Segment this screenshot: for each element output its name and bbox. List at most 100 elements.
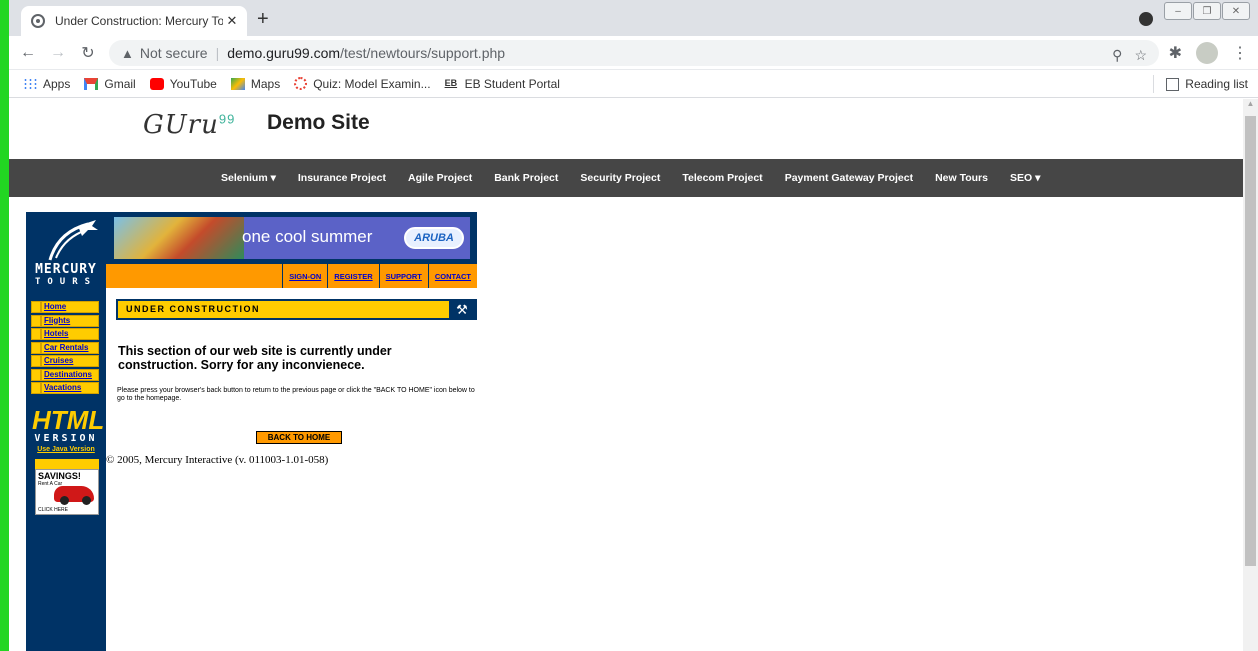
sidebar-item-label[interactable]: Destinations bbox=[41, 368, 99, 381]
sidebar-item-car-rentals[interactable]: Car Rentals bbox=[31, 341, 99, 354]
extensions-icon[interactable]: ✱ bbox=[1169, 43, 1182, 63]
sidebar-item-label[interactable]: Flights bbox=[41, 314, 99, 327]
browser-tab[interactable]: Under Construction: Mercury Tou ✕ bbox=[21, 6, 247, 36]
html-version-title: HTML bbox=[32, 405, 105, 435]
under-construction-header: UNDER CONSTRUCTION ⚒ bbox=[116, 299, 477, 320]
site-nav: Selenium ▾ Insurance Project Agile Proje… bbox=[9, 159, 1243, 197]
youtube-icon bbox=[149, 77, 164, 90]
nav-security-project[interactable]: Security Project bbox=[580, 172, 660, 184]
window-edge-bar bbox=[0, 0, 9, 651]
mercury-top-links: SIGN-ON REGISTER SUPPORT CONTACT bbox=[282, 264, 477, 288]
mercury-logo[interactable]: MERCURY TOURS bbox=[26, 212, 106, 302]
bookmark-label: Gmail bbox=[104, 76, 136, 91]
maps-icon bbox=[230, 77, 245, 90]
sidebar-item-vacations[interactable]: Vacations bbox=[31, 382, 99, 394]
tools-icon: ⚒ bbox=[449, 301, 475, 318]
sidebar-item-label[interactable]: Car Rentals bbox=[41, 341, 99, 354]
sidebar-item-flights[interactable]: Flights bbox=[31, 314, 99, 327]
reload-icon[interactable]: ↻ bbox=[77, 43, 99, 63]
bookmarks-bar: Apps Gmail YouTube Maps Quiz: Model Exam… bbox=[9, 70, 1258, 98]
mercury-top-bar: SIGN-ON REGISTER SUPPORT CONTACT bbox=[106, 264, 477, 288]
security-label[interactable]: Not secure bbox=[140, 45, 208, 61]
logo-text: GUru bbox=[143, 110, 219, 140]
bookmark-label: Maps bbox=[250, 76, 281, 91]
construction-instructions: Please press your browser's back button … bbox=[117, 387, 475, 402]
close-window-icon[interactable]: ✕ bbox=[1222, 2, 1250, 20]
tab-close-icon[interactable]: ✕ bbox=[223, 13, 241, 29]
nav-agile-project[interactable]: Agile Project bbox=[408, 172, 472, 184]
menu-icon[interactable]: ⋮ bbox=[1232, 43, 1248, 63]
mercury-brand: MERCURY TOURS bbox=[28, 262, 104, 287]
register-link[interactable]: REGISTER bbox=[327, 264, 378, 288]
sidebar-item-label[interactable]: Cruises bbox=[41, 355, 99, 367]
page-scrollbar[interactable]: ▲ bbox=[1243, 99, 1258, 651]
bookmark-maps[interactable]: Maps bbox=[230, 76, 281, 91]
forward-icon[interactable]: → bbox=[47, 44, 69, 62]
browser-chrome: Under Construction: Mercury Tou ✕ + – ❐ … bbox=[9, 0, 1258, 98]
back-icon[interactable]: ← bbox=[17, 44, 39, 62]
quiz-icon bbox=[294, 77, 308, 90]
back-to-home-button[interactable]: BACK TO HOME bbox=[256, 431, 342, 444]
address-separator: | bbox=[215, 45, 220, 61]
nav-payment-gateway-project[interactable]: Payment Gateway Project bbox=[785, 172, 913, 184]
scroll-up-icon[interactable]: ▲ bbox=[1243, 99, 1258, 114]
guru99-logo[interactable]: GUru99 bbox=[143, 110, 235, 140]
rent-car-ad[interactable]: SAVINGS! Rent A Car CLICK HERE bbox=[35, 469, 99, 515]
nav-new-tours[interactable]: New Tours bbox=[935, 172, 988, 184]
new-tab-button[interactable]: + bbox=[257, 8, 269, 31]
tab-favicon-icon bbox=[31, 14, 45, 28]
bookmark-gmail[interactable]: Gmail bbox=[84, 76, 136, 91]
restore-icon[interactable]: ❐ bbox=[1193, 2, 1221, 20]
sidebar-item-home[interactable]: Home bbox=[31, 301, 99, 313]
reading-list-label: Reading list bbox=[1185, 77, 1248, 91]
sidebar-item-label[interactable]: Hotels bbox=[41, 328, 99, 340]
contact-link[interactable]: CONTACT bbox=[427, 264, 477, 288]
nav-insurance-project[interactable]: Insurance Project bbox=[298, 172, 386, 184]
construction-message: This section of our web site is currentl… bbox=[118, 344, 392, 372]
sidebar-item-hotels[interactable]: Hotels bbox=[31, 328, 99, 340]
window-controls: – ❐ ✕ bbox=[1163, 2, 1250, 20]
bookmark-star-icon[interactable]: ☆ bbox=[1134, 47, 1147, 64]
banner-text: one cool summer bbox=[242, 227, 373, 246]
tab-title: Under Construction: Mercury Tou bbox=[55, 14, 223, 28]
sign-on-link[interactable]: SIGN-ON bbox=[282, 264, 327, 288]
avatar[interactable] bbox=[1196, 42, 1218, 64]
logo-superscript: 99 bbox=[218, 111, 236, 127]
apps-icon bbox=[23, 77, 37, 90]
page-title: Demo Site bbox=[267, 111, 370, 134]
minimize-icon[interactable]: – bbox=[1164, 2, 1192, 20]
sidebar-item-label[interactable]: Vacations bbox=[41, 382, 99, 394]
sidebar-item-cruises[interactable]: Cruises bbox=[31, 355, 99, 367]
portal-icon: EB bbox=[444, 77, 458, 88]
bookmark-portal[interactable]: EB EB Student Portal bbox=[445, 77, 560, 91]
plane-icon bbox=[48, 220, 98, 261]
address-bar[interactable]: ▲ Not secure | demo.guru99.com/test/newt… bbox=[109, 40, 1159, 66]
brand-line-1: MERCURY bbox=[35, 262, 97, 277]
nav-seo[interactable]: SEO ▾ bbox=[1010, 172, 1040, 184]
bookmark-apps[interactable]: Apps bbox=[23, 77, 70, 91]
warning-icon[interactable]: ▲ bbox=[121, 46, 134, 61]
scrollbar-thumb[interactable] bbox=[1245, 116, 1256, 566]
aruba-logo: ARUBA bbox=[404, 227, 464, 249]
sidebar-item-label[interactable]: Home bbox=[41, 301, 99, 313]
nav-selenium[interactable]: Selenium ▾ bbox=[221, 172, 276, 184]
bookmark-quiz[interactable]: Quiz: Model Examin... bbox=[294, 76, 431, 91]
toolbar-actions: ✱ ⋮ bbox=[1169, 42, 1248, 64]
profile-indicator-icon[interactable] bbox=[1139, 12, 1153, 26]
url-path[interactable]: /test/newtours/support.php bbox=[340, 45, 505, 61]
bookmark-youtube[interactable]: YouTube bbox=[149, 76, 217, 91]
bookmark-label: Quiz: Model Examin... bbox=[313, 76, 431, 91]
sidebar-item-destinations[interactable]: Destinations bbox=[31, 368, 99, 381]
bookmark-label: YouTube bbox=[169, 76, 217, 91]
nav-telecom-project[interactable]: Telecom Project bbox=[682, 172, 762, 184]
url-host[interactable]: demo.guru99.com bbox=[227, 45, 340, 61]
brand-line-2: TOURS bbox=[34, 277, 98, 287]
nav-bank-project[interactable]: Bank Project bbox=[494, 172, 558, 184]
support-link[interactable]: SUPPORT bbox=[378, 264, 428, 288]
reading-list[interactable]: Reading list bbox=[1166, 77, 1248, 91]
bookmark-label: EB Student Portal bbox=[464, 76, 560, 91]
banner-photo bbox=[114, 217, 244, 259]
zoom-icon[interactable]: ⚲ bbox=[1112, 47, 1122, 64]
ad-banner[interactable]: one cool summer ARUBA bbox=[106, 212, 477, 264]
java-version-link[interactable]: Use Java Version bbox=[32, 446, 100, 453]
